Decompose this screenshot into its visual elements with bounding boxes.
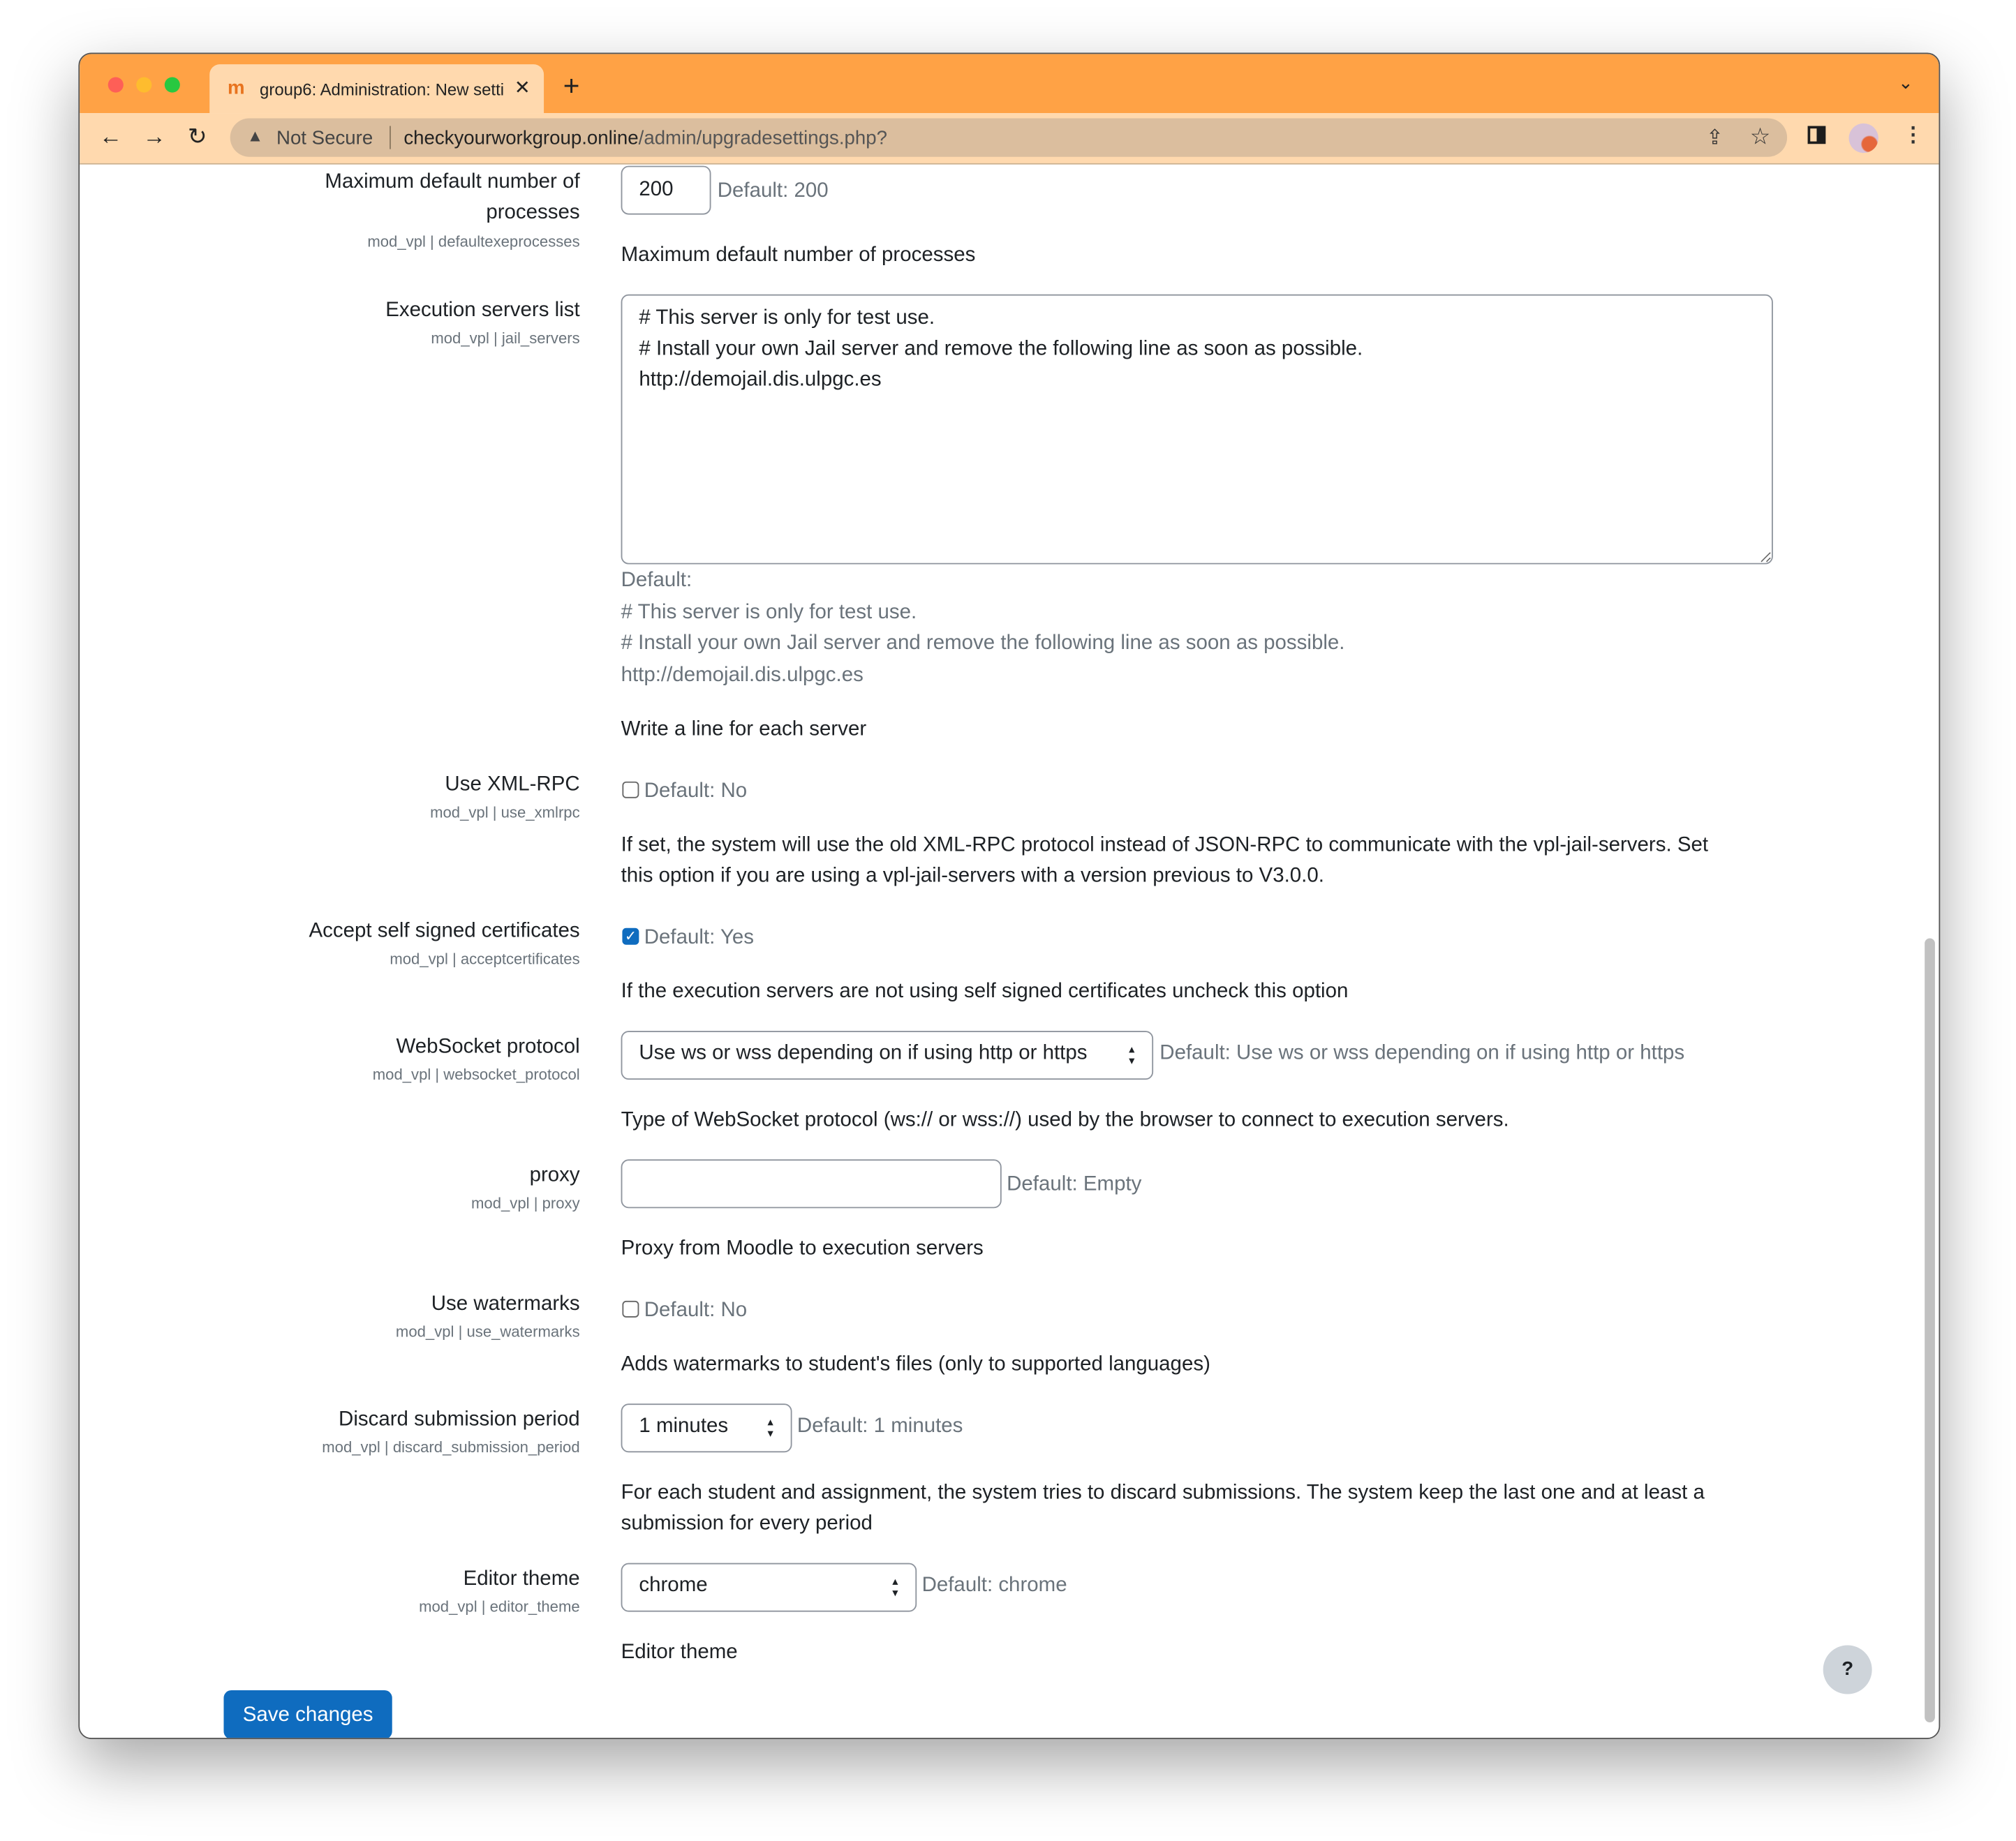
- save-changes-button[interactable]: Save changes: [223, 1690, 392, 1738]
- proxy-input[interactable]: [621, 1159, 1002, 1209]
- default-value: Default: No: [644, 1299, 748, 1322]
- scrollbar[interactable]: [1925, 938, 1935, 1723]
- default-line: # Install your own Jail server and remov…: [621, 632, 1345, 655]
- setting-description: If the execution servers are not using s…: [621, 981, 1349, 1003]
- security-indicator[interactable]: Not Secure: [276, 127, 373, 149]
- page-content: Maximum default number of processes mod_…: [80, 164, 1939, 1738]
- setting-label: Use XML-RPC: [445, 773, 580, 796]
- default-value: Default: 1 minutes: [796, 1415, 963, 1438]
- minimize-window-button[interactable]: [136, 77, 152, 93]
- setting-description: If set, the system will use the old XML-…: [621, 834, 1709, 856]
- default-value: Default: 200: [717, 179, 829, 202]
- setting-key: mod_vpl | defaultexeprocesses: [367, 232, 580, 251]
- share-icon[interactable]: ⇪: [1706, 125, 1724, 151]
- tab-title: group6: Administration: New settings: [260, 80, 504, 99]
- browser-toolbar: ← → ↻ ▲ Not Secure checkyourworkgroup.on…: [80, 113, 1939, 165]
- setting-key: mod_vpl | acceptcertificates: [390, 950, 580, 968]
- setting-label: Editor theme: [463, 1567, 580, 1590]
- setting-key: mod_vpl | proxy: [471, 1194, 580, 1212]
- max-processes-input[interactable]: [621, 165, 711, 215]
- url-text[interactable]: checkyourworkgroup.online/admin/upgrades…: [403, 127, 887, 149]
- forward-icon[interactable]: →: [142, 124, 165, 151]
- default-value: Default: Yes: [644, 926, 755, 949]
- setting-label: Accept self signed certificates: [309, 920, 580, 943]
- browser-window: m group6: Administration: New settings ✕…: [78, 52, 1941, 1739]
- setting-description: Adds watermarks to student's files (only…: [621, 1353, 1210, 1376]
- warning-icon: ▲: [246, 126, 264, 146]
- setting-description: Proxy from Moodle to execution servers: [621, 1237, 984, 1260]
- setting-label: Use watermarks: [431, 1292, 580, 1315]
- setting-key: mod_vpl | use_watermarks: [395, 1322, 580, 1341]
- divider: [390, 126, 391, 149]
- setting-label: Discard submission period: [339, 1408, 580, 1431]
- back-icon[interactable]: ←: [99, 124, 122, 151]
- use-xmlrpc-checkbox[interactable]: [622, 781, 639, 798]
- execution-servers-textarea[interactable]: # This server is only for test use. # In…: [621, 294, 1773, 565]
- url-domain: checkyourworkgroup.online: [403, 127, 639, 149]
- setting-description: this option if you are using a vpl-jail-…: [621, 865, 1324, 887]
- setting-key: mod_vpl | jail_servers: [431, 329, 580, 348]
- editor-theme-select[interactable]: chrome: [621, 1563, 917, 1612]
- default-label: Default:: [621, 569, 692, 592]
- selected-value: Use ws or wss depending on if using http…: [639, 1042, 1088, 1065]
- url-path: /admin/upgradesettings.php?: [638, 127, 888, 149]
- setting-description: For each student and assignment, the sys…: [621, 1482, 1705, 1504]
- default-value: Default: Empty: [1007, 1173, 1142, 1195]
- address-bar[interactable]: ▲ Not Secure checkyourworkgroup.online/a…: [230, 118, 1788, 157]
- setting-label: Execution servers list: [385, 299, 580, 322]
- moodle-favicon-icon: m: [227, 77, 245, 99]
- setting-key: mod_vpl | use_xmlrpc: [430, 803, 580, 821]
- websocket-protocol-select[interactable]: Use ws or wss depending on if using http…: [621, 1031, 1154, 1080]
- accept-certificates-checkbox[interactable]: ✓: [622, 927, 639, 945]
- maximize-window-button[interactable]: [164, 77, 180, 93]
- setting-label: WebSocket protocol: [396, 1036, 580, 1058]
- bookmark-star-icon[interactable]: ☆: [1750, 124, 1771, 151]
- setting-key: mod_vpl | websocket_protocol: [372, 1065, 580, 1084]
- use-watermarks-checkbox[interactable]: [622, 1300, 639, 1318]
- setting-label: Maximum default number of processes: [325, 170, 580, 224]
- default-line: # This server is only for test use.: [621, 601, 917, 624]
- setting-label: proxy: [529, 1164, 580, 1186]
- setting-description: Type of WebSocket protocol (ws:// or wss…: [621, 1109, 1509, 1131]
- setting-description: Write a line for each server: [621, 718, 867, 740]
- setting-description: Editor theme: [621, 1641, 738, 1664]
- default-line: http://demojail.dis.ulpgc.es: [621, 664, 864, 687]
- selected-value: chrome: [639, 1574, 708, 1597]
- setting-description: Maximum default number of processes: [621, 244, 976, 267]
- menu-kebab-icon[interactable]: ⋮: [1903, 122, 1923, 148]
- selected-value: 1 minutes: [639, 1415, 729, 1438]
- side-panel-icon[interactable]: [1807, 126, 1826, 144]
- setting-key: mod_vpl | discard_submission_period: [322, 1438, 580, 1456]
- new-tab-icon[interactable]: +: [563, 69, 580, 103]
- tab-bar: m group6: Administration: New settings ✕…: [80, 54, 1939, 114]
- default-value: Default: Use ws or wss depending on if u…: [1159, 1042, 1685, 1065]
- discard-period-select[interactable]: 1 minutes: [621, 1403, 792, 1453]
- default-value: Default: chrome: [921, 1574, 1067, 1597]
- close-window-button[interactable]: [108, 77, 124, 93]
- tab-search-chevron-icon[interactable]: ⌄: [1898, 72, 1913, 94]
- screen: m group6: Administration: New settings ✕…: [0, 0, 2016, 1841]
- setting-key: mod_vpl | editor_theme: [419, 1597, 580, 1616]
- default-value: Default: No: [644, 780, 748, 803]
- help-button[interactable]: ?: [1823, 1645, 1872, 1694]
- reload-icon[interactable]: ↻: [188, 124, 207, 151]
- close-tab-icon[interactable]: ✕: [514, 76, 531, 99]
- setting-description: submission for every period: [621, 1512, 873, 1535]
- tab-active[interactable]: m group6: Administration: New settings ✕: [209, 64, 544, 114]
- profile-avatar[interactable]: [1848, 123, 1878, 154]
